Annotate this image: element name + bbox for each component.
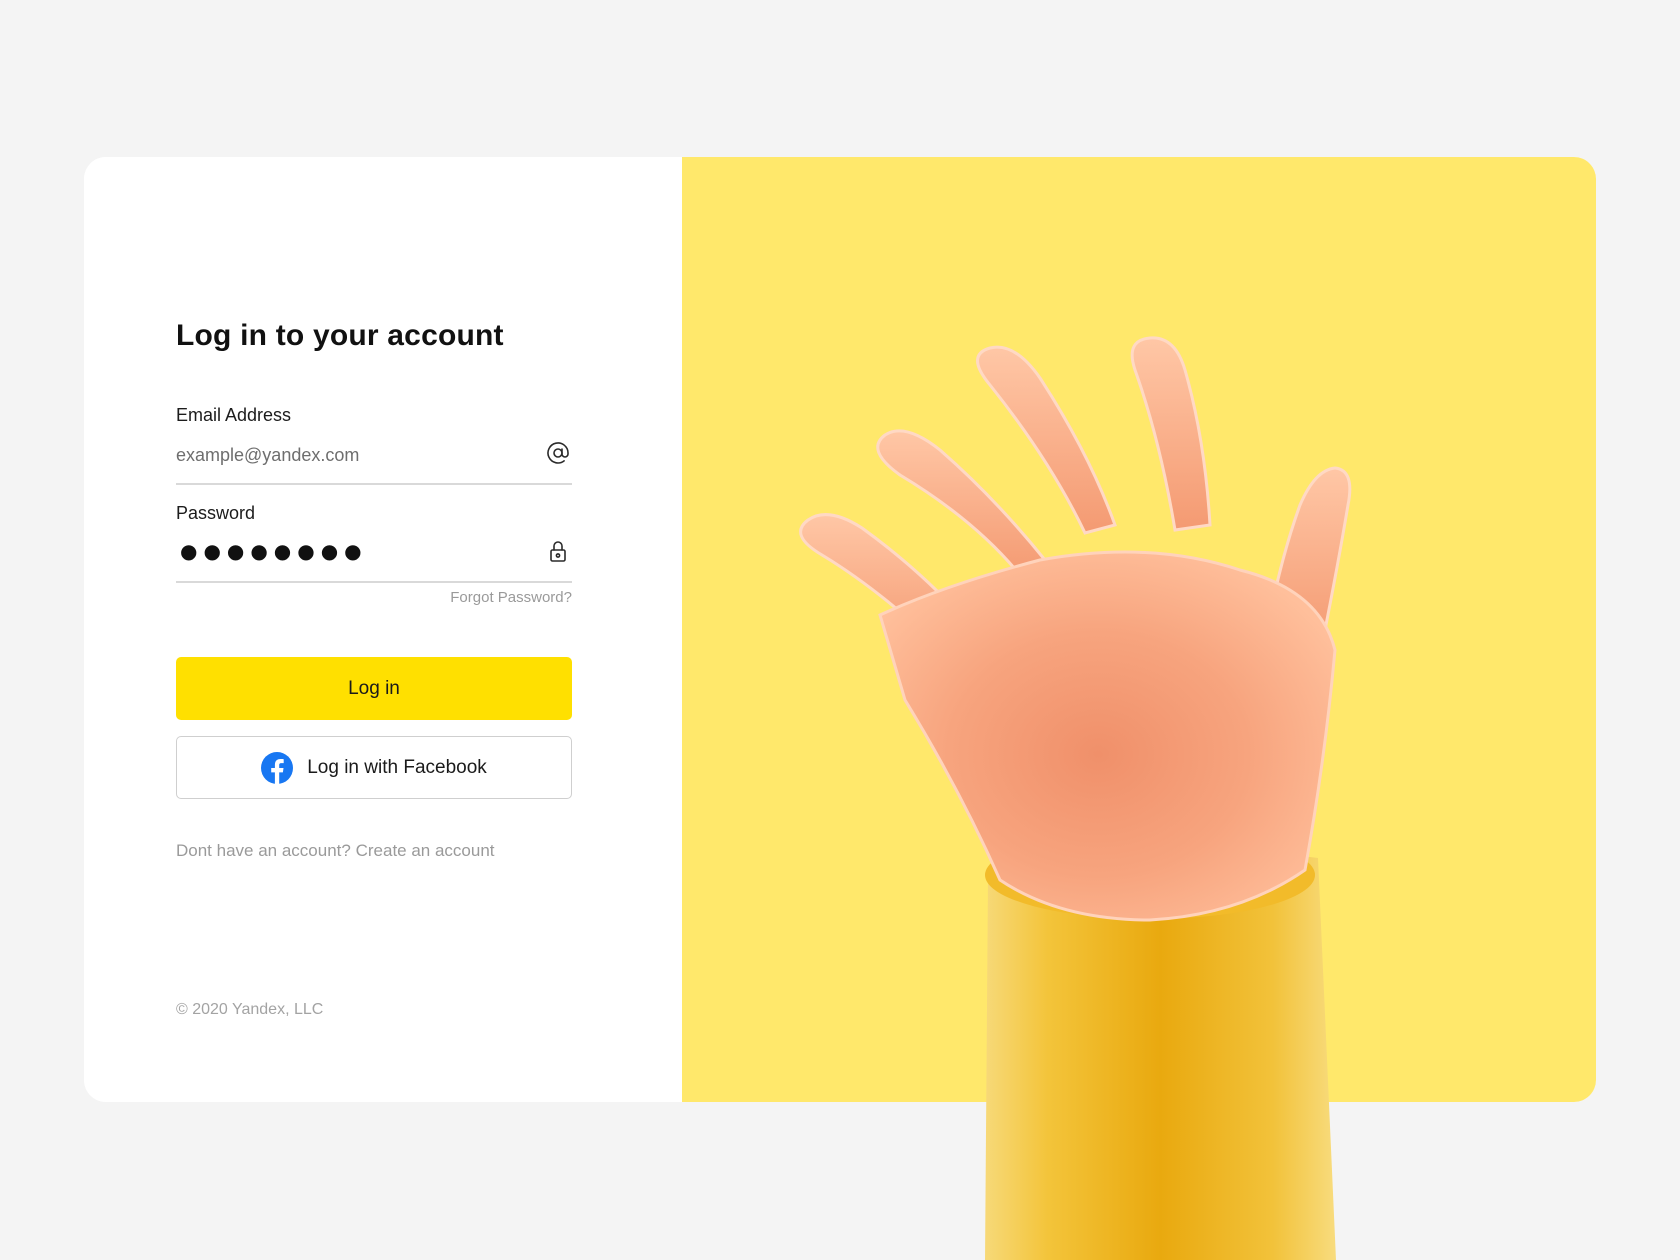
illustration-panel <box>682 157 1596 1102</box>
email-label: Email Address <box>176 405 292 425</box>
login-panel: Log in to your account Email Address Pas… <box>84 157 682 1102</box>
login-button[interactable]: Log in <box>176 657 572 720</box>
signup-prompt-text: Dont have an account? <box>176 841 351 860</box>
create-account-link[interactable]: Create an account <box>356 841 495 860</box>
password-input[interactable]: ●●●●●●●● <box>180 539 368 563</box>
password-label: Password <box>176 503 256 523</box>
lock-icon <box>550 541 566 562</box>
page-title: Log in to your account <box>176 319 504 352</box>
email-input[interactable] <box>176 437 516 473</box>
facebook-button-label: Log in with Facebook <box>307 756 487 778</box>
password-row[interactable]: ●●●●●●●● <box>176 527 572 583</box>
email-field-group: Email Address <box>176 405 572 485</box>
password-field-group: Password ●●●●●●●● <box>176 503 572 583</box>
signup-prompt: Dont have an account? Create an account <box>176 841 495 861</box>
login-card: Log in to your account Email Address Pas… <box>84 157 1596 1102</box>
facebook-icon <box>261 751 294 784</box>
copyright-text: © 2020 Yandex, LLC <box>176 1001 324 1018</box>
facebook-login-button[interactable]: Log in with Facebook <box>176 736 572 799</box>
email-row <box>176 429 572 485</box>
forgot-password-link[interactable]: Forgot Password? <box>176 589 572 606</box>
at-sign-icon <box>547 442 569 464</box>
